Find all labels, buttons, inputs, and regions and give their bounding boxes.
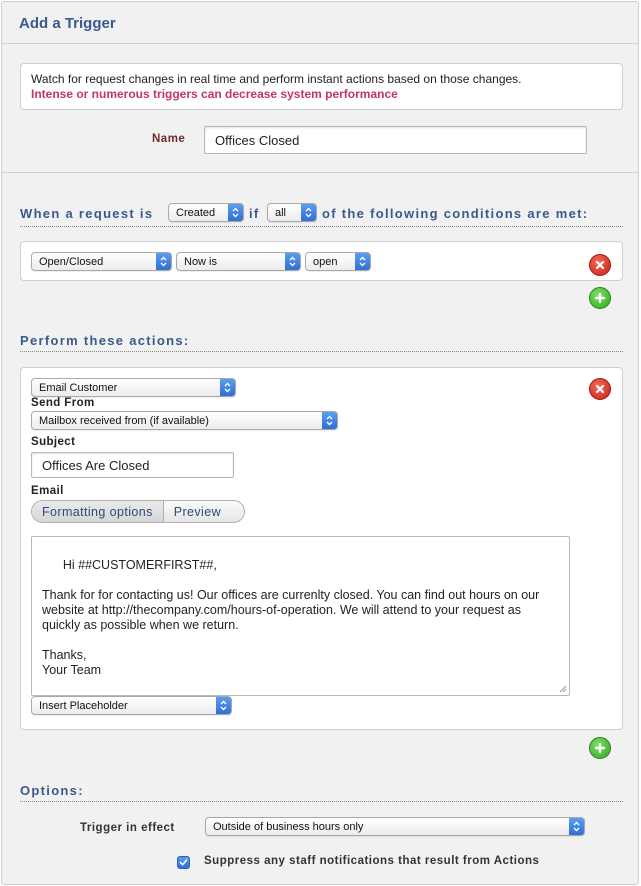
condition-operator-select[interactable]: Now is <box>176 252 301 271</box>
add-condition-icon[interactable] <box>589 287 611 309</box>
send-from-value: Mailbox received from (if available) <box>39 414 209 427</box>
email-body-text: Hi ##CUSTOMERFIRST##, Thank for for cont… <box>42 558 540 677</box>
action-panel: Email Customer Send From Mailbox receive… <box>20 367 623 730</box>
actions-title: Perform these actions: <box>20 333 190 348</box>
delete-condition-icon[interactable] <box>589 254 611 276</box>
chevron-updown-icon <box>285 253 300 270</box>
section-divider <box>2 172 638 173</box>
subject-input[interactable]: Offices Are Closed <box>31 452 234 478</box>
trigger-in-effect-label: Trigger in effect <box>80 822 175 834</box>
send-from-label: Send From <box>31 397 95 409</box>
resize-grip-icon[interactable] <box>559 685 567 693</box>
add-action-icon[interactable] <box>589 737 611 759</box>
suppress-notifications-checkbox[interactable] <box>177 856 190 869</box>
info-description: Watch for request changes in real time a… <box>31 72 522 86</box>
actions-header: Perform these actions: <box>20 332 623 352</box>
trigger-in-effect-select[interactable]: Outside of business hours only <box>205 817 585 836</box>
performance-warning: Intense or numerous triggers can decreas… <box>31 87 398 101</box>
condition-value-value: open <box>313 255 338 268</box>
condition-operator-value: Now is <box>184 255 218 268</box>
conditions-header: When a request is Created if all of the … <box>20 203 623 227</box>
trigger-in-effect-value: Outside of business hours only <box>213 820 364 833</box>
insert-placeholder-value: Insert Placeholder <box>39 699 128 712</box>
match-select-value: all <box>275 206 287 219</box>
editor-mode-toggle: Formatting options Preview <box>31 500 245 523</box>
formatting-options-button[interactable]: Formatting options <box>32 501 164 522</box>
insert-placeholder-select[interactable]: Insert Placeholder <box>31 696 232 715</box>
chevron-updown-icon <box>156 253 171 270</box>
match-select[interactable]: all <box>267 203 317 222</box>
name-label: Name <box>152 133 186 145</box>
options-header: Options: <box>20 782 623 802</box>
suppress-notifications-label: Suppress any staff notifications that re… <box>204 855 540 867</box>
chevron-updown-icon <box>569 818 584 835</box>
chevron-updown-icon <box>216 697 231 714</box>
condition-field-value: Open/Closed <box>39 255 104 268</box>
condition-panel: Open/Closed Now is open <box>20 241 623 281</box>
conditions-suffix: of the following conditions are met: <box>322 206 589 221</box>
condition-value-select[interactable]: open <box>305 252 371 271</box>
checkmark-icon <box>179 859 188 866</box>
options-title: Options: <box>20 783 84 798</box>
info-box: Watch for request changes in real time a… <box>20 63 623 110</box>
action-type-value: Email Customer <box>39 381 118 394</box>
email-label: Email <box>31 485 64 497</box>
page-title: Add a Trigger <box>19 15 116 32</box>
chevron-updown-icon <box>220 379 235 396</box>
event-select-value: Created <box>176 206 216 219</box>
chevron-updown-icon <box>301 204 316 221</box>
condition-field-select[interactable]: Open/Closed <box>31 252 172 271</box>
preview-button[interactable]: Preview <box>164 501 231 522</box>
trigger-dialog: Add a Trigger Watch for request changes … <box>1 1 639 885</box>
subject-label: Subject <box>31 436 76 448</box>
subject-input-value: Offices Are Closed <box>42 457 150 473</box>
name-input-value: Offices Closed <box>215 132 300 148</box>
conditions-prefix: When a request is <box>20 206 154 221</box>
name-input[interactable]: Offices Closed <box>204 126 587 154</box>
chevron-updown-icon <box>355 253 370 270</box>
email-body-textarea[interactable]: Hi ##CUSTOMERFIRST##, Thank for for cont… <box>31 536 570 696</box>
chevron-updown-icon <box>228 204 243 221</box>
event-select[interactable]: Created <box>168 203 244 222</box>
action-type-select[interactable]: Email Customer <box>31 378 236 397</box>
if-word: if <box>249 206 260 221</box>
send-from-select[interactable]: Mailbox received from (if available) <box>31 411 338 430</box>
chevron-updown-icon <box>322 412 337 429</box>
delete-action-icon[interactable] <box>589 378 611 400</box>
dialog-header: Add a Trigger <box>2 2 638 44</box>
